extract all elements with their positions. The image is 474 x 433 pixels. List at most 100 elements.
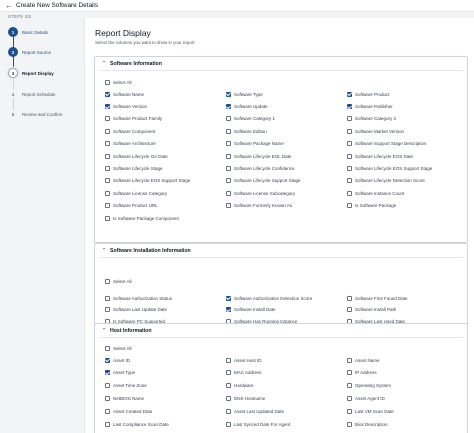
column-option-checkbox[interactable]: Software Last Update Date (105, 306, 167, 314)
checkbox-checked[interactable] (105, 103, 110, 109)
column-option-checkbox[interactable]: Software Product Family (105, 115, 162, 123)
checkbox[interactable] (226, 357, 231, 363)
column-option-checkbox[interactable]: Last Synced Date For Agent (226, 420, 290, 428)
checkbox[interactable] (105, 307, 110, 313)
checkbox[interactable] (105, 278, 110, 284)
column-option-checkbox[interactable]: Software Instance Count (347, 189, 404, 197)
column-option-checkbox[interactable]: Software Lifecycle GA Date (105, 152, 168, 160)
checkbox[interactable] (105, 153, 110, 159)
column-option-checkbox[interactable]: Asset ID (105, 356, 130, 364)
column-option-checkbox[interactable]: Software License Category (105, 189, 167, 197)
checkbox-checked[interactable] (105, 357, 110, 363)
column-option-checkbox[interactable]: Hardware (226, 382, 254, 390)
checkbox[interactable] (347, 203, 352, 209)
step-basic-details[interactable]: 1 Basic Details (8, 27, 48, 37)
column-option-checkbox[interactable]: Asset Last Updated Date (226, 407, 284, 415)
checkbox[interactable] (347, 307, 352, 313)
column-option-checkbox[interactable]: NetBIOS Name (105, 394, 144, 402)
checkbox[interactable] (226, 165, 231, 171)
column-option-checkbox[interactable]: MAC Address (226, 369, 262, 377)
checkbox-checked[interactable] (105, 370, 110, 376)
checkbox[interactable] (347, 190, 352, 196)
column-option-checkbox[interactable]: Software Install Path (347, 306, 396, 314)
checkbox[interactable] (105, 116, 110, 122)
checkbox[interactable] (105, 141, 110, 147)
checkbox[interactable] (105, 383, 110, 389)
step-report-display[interactable]: 3 Report Display (8, 68, 54, 78)
column-option-checkbox[interactable]: Software Authorization Detection Score (226, 294, 312, 302)
step-review-and-confirm[interactable]: 5 Review and Confirm (8, 109, 63, 119)
column-option-checkbox[interactable]: Is Software Package (347, 202, 396, 210)
checkbox[interactable] (105, 165, 110, 171)
checkbox-checked[interactable] (226, 307, 231, 313)
column-option-checkbox[interactable]: Software Lifecycle EOS Support Stage (347, 164, 432, 172)
back-arrow-icon[interactable]: ← (4, 1, 14, 11)
section-header[interactable]: ⌃ Software Installation Information (95, 244, 467, 257)
checkbox-checked[interactable] (226, 103, 231, 109)
column-option-checkbox[interactable]: Asset Host ID (226, 356, 262, 364)
column-option-checkbox[interactable]: Software Support Stage Description (347, 140, 427, 148)
step-report-source[interactable]: 2 Report Source (8, 47, 51, 57)
column-option-checkbox[interactable]: Asset Name (347, 356, 380, 364)
section-header[interactable]: ⌃ Host Information (95, 324, 467, 337)
column-option-checkbox[interactable]: Software Category 1 (226, 115, 275, 123)
column-option-checkbox[interactable]: Software Category 2 (347, 115, 396, 123)
column-option-checkbox[interactable]: Software Formerly Known As (226, 202, 292, 210)
column-option-checkbox[interactable]: Software Lifecycle EOL Date (226, 152, 291, 160)
column-option-checkbox[interactable]: Asset Created Date (105, 407, 152, 415)
column-option-checkbox[interactable]: Software Lifecycle Support Stage (226, 177, 301, 185)
column-option-checkbox[interactable]: Software Component (105, 127, 155, 135)
column-option-checkbox[interactable]: Software Install Date (226, 306, 276, 314)
column-option-checkbox[interactable]: Software Name (105, 90, 144, 98)
column-option-checkbox[interactable]: Operating System (347, 382, 391, 390)
column-option-checkbox[interactable]: Software Lifecycle EOS Support Stage (105, 177, 190, 185)
checkbox[interactable] (105, 178, 110, 184)
chevron-up-icon[interactable]: ⌃ (100, 248, 108, 254)
checkbox[interactable] (105, 128, 110, 134)
column-option-checkbox[interactable]: Asset Type (105, 369, 135, 377)
checkbox-checked[interactable] (105, 91, 110, 97)
column-option-checkbox[interactable]: Is Software Package Component (105, 214, 179, 222)
checkbox[interactable] (347, 116, 352, 122)
column-option-checkbox[interactable]: Software Update (226, 102, 268, 110)
column-option-checkbox[interactable]: Software Architecture (105, 140, 156, 148)
checkbox[interactable] (105, 190, 110, 196)
checkbox[interactable] (226, 395, 231, 401)
column-option-checkbox[interactable]: Asset Agent ID (347, 394, 385, 402)
checkbox[interactable] (347, 357, 352, 363)
checkbox[interactable] (347, 141, 352, 147)
checkbox-checked[interactable] (226, 91, 231, 97)
checkbox[interactable] (226, 421, 231, 427)
checkbox[interactable] (347, 370, 352, 376)
checkbox[interactable] (226, 383, 231, 389)
checkbox[interactable] (226, 116, 231, 122)
chevron-up-icon[interactable]: ⌃ (100, 328, 108, 334)
chevron-up-icon[interactable]: ⌃ (100, 61, 108, 67)
column-option-checkbox[interactable]: Software Type (226, 90, 263, 98)
checkbox[interactable] (347, 408, 352, 414)
column-option-checkbox[interactable]: Software Market Version (347, 127, 404, 135)
column-option-checkbox[interactable]: Software Lifecycle EOS Date (347, 152, 413, 160)
checkbox[interactable] (347, 395, 352, 401)
checkbox[interactable] (226, 370, 231, 376)
checkbox[interactable] (347, 153, 352, 159)
checkbox[interactable] (226, 141, 231, 147)
column-option-checkbox[interactable]: Software Package Name (226, 140, 284, 148)
checkbox[interactable] (226, 153, 231, 159)
checkbox[interactable] (347, 178, 352, 184)
select-all-checkbox[interactable]: Select All (105, 277, 132, 285)
checkbox[interactable] (105, 421, 110, 427)
checkbox[interactable] (347, 165, 352, 171)
column-option-checkbox[interactable]: Software Lifecycle Stage (105, 164, 163, 172)
checkbox-checked[interactable] (347, 91, 352, 97)
checkbox[interactable] (105, 215, 110, 221)
checkbox[interactable] (105, 395, 110, 401)
checkbox[interactable] (347, 295, 352, 301)
column-option-checkbox[interactable]: Last VM Scan Date (347, 407, 394, 415)
checkbox-checked[interactable] (226, 295, 231, 301)
checkbox[interactable] (105, 295, 110, 301)
column-option-checkbox[interactable]: Bios Description (347, 420, 388, 428)
checkbox[interactable] (226, 203, 231, 209)
column-option-checkbox[interactable]: Software Edition (226, 127, 267, 135)
checkbox[interactable] (226, 190, 231, 196)
